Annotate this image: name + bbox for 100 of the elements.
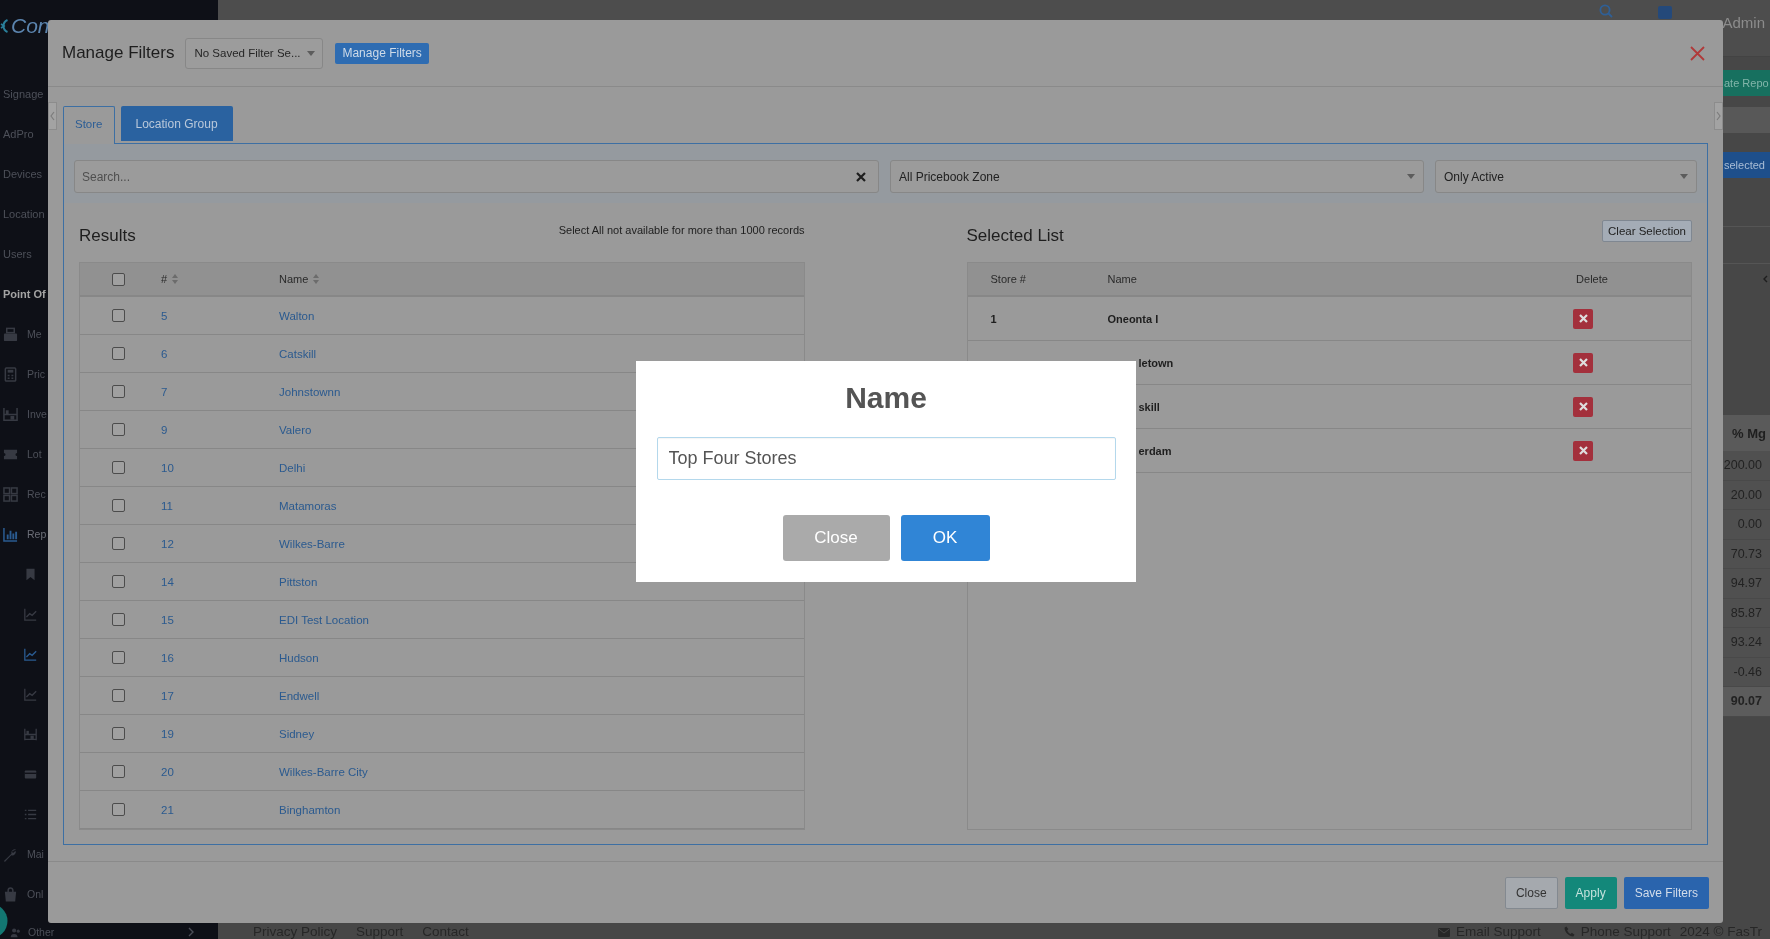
sidebar-link[interactable]: Pric [27, 368, 46, 380]
store-number-link[interactable]: 16 [161, 651, 174, 664]
clear-selection-button[interactable]: Clear Selection [1602, 220, 1692, 242]
sidebar-link[interactable]: Me [27, 328, 42, 340]
close-icon[interactable] [1690, 45, 1705, 61]
store-number-link[interactable]: 14 [161, 575, 174, 588]
grid-icon[interactable] [3, 486, 18, 502]
checkbox[interactable] [111, 461, 125, 474]
ok-button[interactable]: OK [900, 515, 990, 561]
sidebar-link[interactable]: Lot [27, 448, 42, 460]
sort-icon[interactable] [313, 274, 320, 284]
checkbox[interactable] [111, 727, 125, 740]
checkbox[interactable] [111, 347, 125, 360]
bar-chart-icon[interactable] [3, 526, 18, 542]
close-button[interactable]: Close [782, 515, 890, 561]
delete-button[interactable] [1573, 352, 1593, 373]
store-name-link[interactable]: Johnstownn [279, 385, 341, 398]
store-name-link[interactable]: Sidney [279, 727, 315, 740]
users-icon[interactable] [10, 927, 21, 938]
wrench-icon[interactable] [3, 846, 18, 862]
sidebar-link[interactable]: Users [3, 248, 32, 260]
checkbox[interactable] [111, 803, 125, 816]
shopping-bag-icon[interactable] [3, 886, 18, 902]
tile-icon[interactable] [1658, 6, 1673, 19]
list-icon[interactable] [24, 807, 37, 821]
column-header[interactable]: # [161, 273, 168, 285]
store-name-link[interactable]: Matamoras [279, 499, 337, 512]
calculator-icon[interactable] [3, 366, 18, 382]
status-select[interactable]: Only Active [1435, 160, 1697, 193]
sidebar-link[interactable]: Signage [3, 88, 44, 100]
sidebar-link[interactable]: Inve [27, 408, 47, 420]
user-name[interactable]: Admin [1722, 14, 1765, 32]
checkbox[interactable] [111, 575, 125, 588]
store-number-link[interactable]: 7 [161, 385, 168, 398]
store-name-link[interactable]: Valero [279, 423, 312, 436]
chevron-right-icon[interactable] [1714, 102, 1723, 130]
chevron-left-icon[interactable] [1763, 275, 1768, 283]
chevron-left-icon[interactable] [48, 102, 57, 130]
card-icon[interactable] [24, 767, 37, 781]
store-number-link[interactable]: 9 [161, 423, 168, 436]
manage-filters-button[interactable]: Manage Filters [335, 42, 429, 64]
save-filters-button[interactable]: Save Filters [1623, 877, 1709, 909]
sidebar-link[interactable]: Onl [27, 888, 44, 900]
checkbox[interactable] [111, 309, 125, 322]
store-name-link[interactable]: Wilkes-Barre City [279, 765, 368, 778]
name-input[interactable]: Top Four Stores [656, 437, 1116, 480]
store-name-link[interactable]: Wilkes-Barre [279, 537, 345, 550]
checkbox[interactable] [111, 765, 125, 778]
checkbox[interactable] [111, 613, 125, 626]
sidebar-link[interactable]: Other [28, 926, 55, 938]
store-number-link[interactable]: 12 [161, 537, 174, 550]
checkbox[interactable] [111, 651, 125, 664]
printer-icon[interactable] [3, 326, 18, 342]
checkbox[interactable] [111, 499, 125, 512]
store-name-link[interactable]: EDI Test Location [279, 613, 369, 626]
shelf-icon[interactable] [24, 727, 37, 741]
delete-button[interactable] [1573, 396, 1593, 417]
store-name-link[interactable]: Walton [279, 309, 315, 322]
sidebar-link[interactable]: AdPro [3, 128, 34, 140]
search-icon[interactable] [1599, 4, 1614, 18]
saved-filter-select[interactable]: No Saved Filter Se... [185, 37, 324, 69]
store-name-link[interactable]: Binghamton [279, 803, 341, 816]
close-button[interactable]: Close [1504, 877, 1558, 909]
sort-icon[interactable] [172, 274, 179, 284]
store-number-link[interactable]: 11 [161, 499, 173, 512]
store-number-link[interactable]: 10 [161, 461, 174, 474]
selection-button[interactable]: selected [1723, 152, 1770, 178]
line-chart-icon[interactable] [24, 607, 37, 621]
store-number-link[interactable]: 20 [161, 765, 174, 778]
sidebar-link[interactable]: Location [3, 208, 45, 220]
store-number-link[interactable]: 21 [161, 803, 174, 816]
checkbox[interactable] [111, 423, 125, 436]
delete-button[interactable] [1573, 440, 1593, 461]
store-number-link[interactable]: 19 [161, 727, 174, 740]
checkbox[interactable] [111, 537, 125, 550]
store-name-link[interactable]: Endwell [279, 689, 320, 702]
x-icon[interactable] [856, 172, 866, 182]
store-number-link[interactable]: 17 [161, 689, 174, 702]
apply-button[interactable]: Apply [1564, 877, 1617, 909]
tab[interactable]: Location Group [120, 106, 233, 141]
store-number-link[interactable]: 6 [161, 347, 168, 360]
column-header[interactable]: Name [279, 273, 309, 285]
chevron-right-icon[interactable] [188, 927, 194, 937]
line-chart-icon[interactable] [24, 687, 37, 701]
sidebar-link[interactable]: Devices [3, 168, 43, 180]
checkbox[interactable] [111, 689, 125, 702]
line-chart-icon[interactable] [24, 647, 37, 661]
shelf-icon[interactable] [3, 406, 18, 422]
report-button[interactable]: ate Repo [1723, 70, 1770, 96]
checkbox[interactable] [111, 385, 125, 398]
store-name-link[interactable]: Catskill [279, 347, 317, 360]
sidebar-link[interactable]: Rep [27, 528, 47, 540]
search-field[interactable]: Search... [74, 160, 879, 193]
store-name-link[interactable]: Hudson [279, 651, 319, 664]
sidebar-link[interactable]: Mai [27, 848, 44, 860]
sidebar-link[interactable]: Rec [27, 488, 46, 500]
delete-button[interactable] [1573, 308, 1593, 329]
zone-select[interactable]: All Pricebook Zone [890, 160, 1424, 193]
store-number-link[interactable]: 15 [161, 613, 174, 626]
store-name-link[interactable]: Pittston [279, 575, 318, 588]
